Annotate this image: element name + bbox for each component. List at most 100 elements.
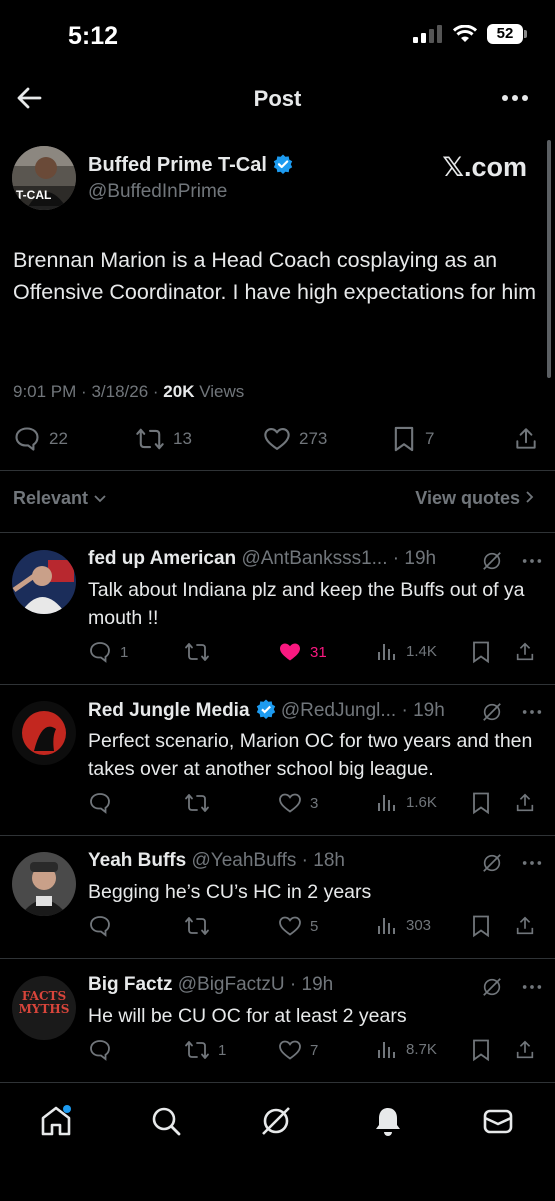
reply-filter-label: Relevant <box>13 488 89 508</box>
reply-author-name[interactable]: Red Jungle Media <box>88 700 250 721</box>
views-button[interactable]: 1.6K <box>376 791 437 813</box>
share-button[interactable] <box>514 914 536 938</box>
like-button[interactable]: 7 <box>278 1038 318 1062</box>
views-label[interactable]: Views <box>199 382 244 401</box>
share-button[interactable] <box>514 640 536 664</box>
reply-time: 19h <box>301 974 334 995</box>
author-line: Buffed Prime T-Cal <box>88 154 293 180</box>
view-quotes-link[interactable]: View quotes <box>415 488 535 509</box>
reply-author-handle[interactable]: @RedJungl... <box>281 700 396 721</box>
repost-button[interactable]: 1 <box>184 1038 226 1062</box>
scrollbar[interactable] <box>547 140 551 378</box>
reply-button[interactable] <box>88 791 120 815</box>
reply-button[interactable] <box>88 1038 120 1062</box>
more-icon[interactable] <box>521 550 543 572</box>
reply-author-handle[interactable]: @AntBanksss1... <box>241 548 387 569</box>
nav-messages[interactable] <box>480 1103 516 1144</box>
reply-button[interactable] <box>88 914 120 938</box>
repost-button[interactable] <box>184 640 218 664</box>
search-icon <box>152 1107 181 1136</box>
divider <box>0 532 555 533</box>
like-count: 273 <box>299 429 328 448</box>
like-count: 7 <box>310 1041 319 1059</box>
like-button[interactable]: 3 <box>278 791 318 815</box>
repost-button[interactable] <box>184 914 218 938</box>
reply-time: 18h <box>313 850 345 871</box>
bookmark-button[interactable] <box>470 791 492 815</box>
repost-button[interactable] <box>184 791 218 815</box>
grok-icon[interactable] <box>481 550 503 572</box>
status-icons: 52 <box>413 24 527 44</box>
view-quotes-label: View quotes <box>415 488 520 508</box>
heart-filled-icon <box>280 643 300 661</box>
heart-icon <box>279 793 301 813</box>
bookmark-button[interactable] <box>470 914 492 938</box>
share-button[interactable] <box>514 791 536 815</box>
author-name[interactable]: Buffed Prime T-Cal <box>88 154 267 176</box>
views-count: 1.4K <box>406 642 437 660</box>
more-icon <box>502 95 528 101</box>
reply-author-handle[interactable]: @BigFactzU <box>178 974 285 995</box>
reply-avatar[interactable]: FACTS MYTHS <box>12 976 76 1040</box>
more-icon[interactable] <box>521 701 543 723</box>
bookmark-button[interactable] <box>470 1038 492 1062</box>
heart-icon <box>279 1040 301 1060</box>
reply-count: 22 <box>49 429 68 448</box>
reply-icon <box>90 1040 110 1061</box>
grok-icon[interactable] <box>481 852 503 874</box>
reply-item[interactable]: Yeah Buffs @YeahBuffs · 18h Begging he’s… <box>0 850 555 958</box>
like-button[interactable]: 31 <box>278 640 327 664</box>
reply-avatar[interactable] <box>12 550 76 614</box>
chevron-right-icon <box>526 491 534 503</box>
reply-author-name[interactable]: Big Factz <box>88 974 172 995</box>
grok-icon[interactable] <box>481 976 503 998</box>
views-count: 20K <box>163 382 195 401</box>
repost-button[interactable]: 13 <box>135 425 192 453</box>
grok-icon[interactable] <box>481 701 503 723</box>
more-icon[interactable] <box>521 976 543 998</box>
reply-avatar[interactable] <box>12 701 76 765</box>
bookmark-button[interactable] <box>470 640 492 664</box>
share-icon <box>516 793 534 812</box>
bookmark-icon <box>473 641 489 664</box>
nav-notifications[interactable] <box>370 1103 406 1144</box>
divider <box>0 835 555 836</box>
like-count: 5 <box>310 917 319 935</box>
verified-badge-icon <box>273 154 293 180</box>
reply-item[interactable]: fed up American @AntBanksss1... · 19h Ta… <box>0 548 555 684</box>
bookmark-icon <box>473 792 489 815</box>
views-button[interactable]: 8.7K <box>376 1038 437 1060</box>
like-count: 3 <box>310 794 319 812</box>
like-count: 31 <box>310 643 327 661</box>
more-options-button[interactable] <box>501 86 529 115</box>
bookmark-icon <box>394 426 414 452</box>
reply-avatar[interactable] <box>12 852 76 916</box>
reply-button[interactable]: 1 <box>88 640 128 664</box>
nav-search[interactable] <box>148 1103 184 1144</box>
more-icon[interactable] <box>521 852 543 874</box>
reply-item[interactable]: FACTS MYTHS Big Factz @BigFactzU · 19h H… <box>0 974 555 1082</box>
nav-home[interactable] <box>38 1103 74 1144</box>
source-badge: 𝕏.com <box>442 152 527 182</box>
views-button[interactable]: 1.4K <box>376 640 437 662</box>
bottom-nav <box>0 1082 555 1201</box>
reply-author-name[interactable]: fed up American <box>88 548 236 569</box>
reply-text: Perfect scenario, Marion OC for two year… <box>88 730 533 780</box>
reply-author-handle[interactable]: @YeahBuffs <box>191 850 296 871</box>
reply-author-name[interactable]: Yeah Buffs <box>88 850 186 871</box>
share-button[interactable] <box>513 425 539 453</box>
bookmark-button[interactable]: 7 <box>391 425 434 453</box>
author-handle[interactable]: @BuffedInPrime <box>88 181 227 203</box>
reply-filter-dropdown[interactable]: Relevant <box>13 488 107 509</box>
like-button[interactable]: 5 <box>278 914 318 938</box>
reply-item[interactable]: Red Jungle Media @RedJungl... · 19h Perf… <box>0 699 555 835</box>
repost-icon <box>185 917 209 935</box>
reply-button[interactable]: 22 <box>13 425 68 453</box>
heart-icon <box>279 916 301 936</box>
like-button[interactable]: 273 <box>263 425 327 453</box>
author-avatar[interactable]: T-CAL <box>12 146 76 210</box>
views-button[interactable]: 303 <box>376 914 431 936</box>
nav-grok[interactable] <box>258 1103 294 1144</box>
repost-count: 1 <box>218 1041 227 1059</box>
share-button[interactable] <box>514 1038 536 1062</box>
